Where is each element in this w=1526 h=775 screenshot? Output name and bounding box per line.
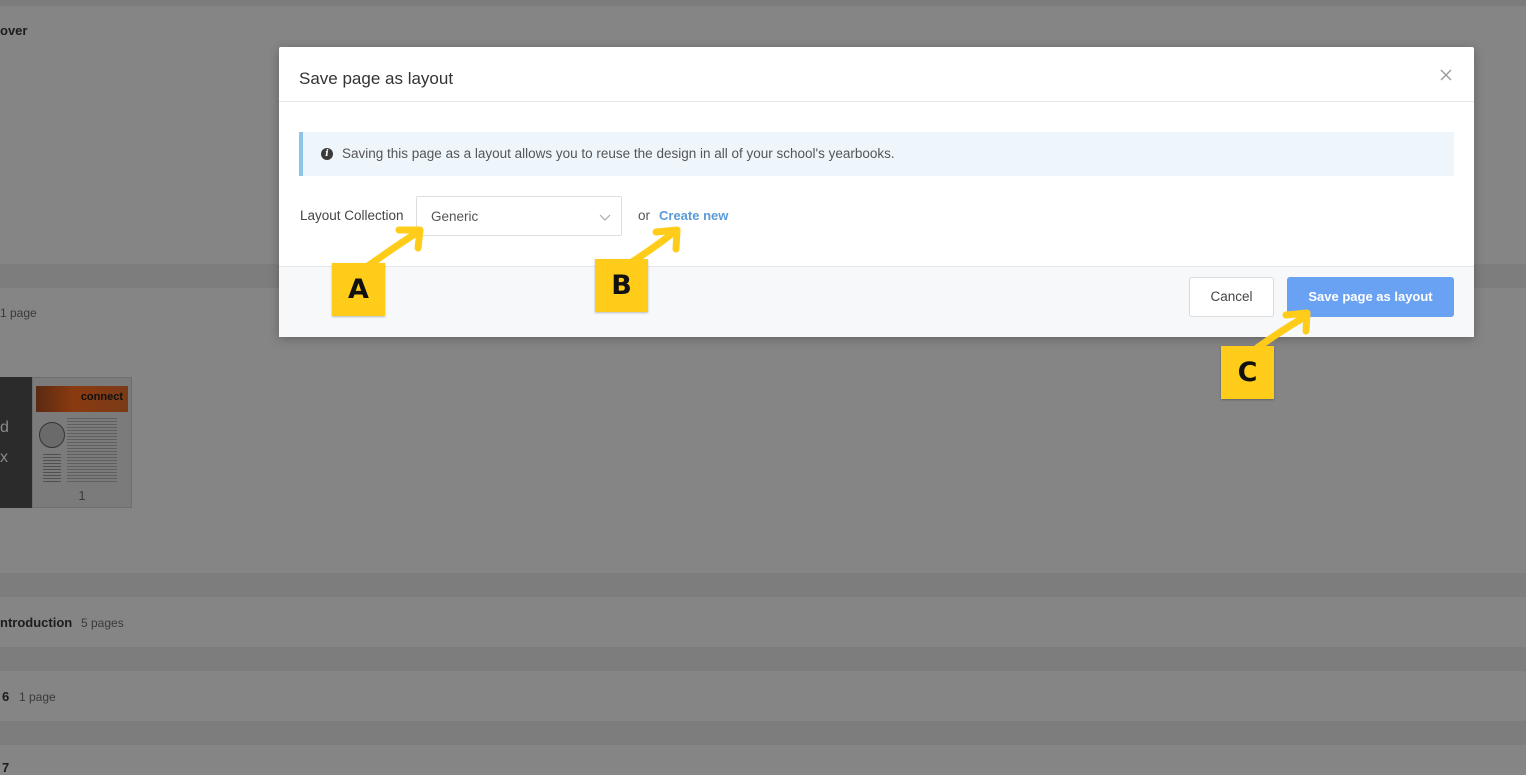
thumbnail-text-block: [43, 454, 61, 482]
thumbnail-circle-image: [39, 422, 65, 448]
dark-tile-text: d: [0, 419, 9, 436]
section-divider: [0, 647, 1526, 671]
section-divider: [0, 573, 1526, 597]
section6-title[interactable]: 6: [2, 689, 9, 704]
introduction-section-title[interactable]: ntroduction: [0, 615, 72, 630]
modal-header: Save page as layout: [279, 47, 1474, 102]
layout-collection-select[interactable]: Generic: [416, 196, 622, 236]
create-new-link[interactable]: Create new: [659, 208, 728, 223]
modal-title: Save page as layout: [299, 69, 454, 88]
or-text: or: [638, 208, 651, 223]
section-divider: [0, 721, 1526, 745]
section7-title[interactable]: 7: [2, 760, 9, 775]
layout-collection-label: Layout Collection: [300, 208, 404, 223]
thumbnail-page-number: 1: [78, 488, 86, 503]
dark-tile-text: x: [0, 449, 8, 466]
dark-page-tile[interactable]: d x: [0, 377, 32, 508]
thumbnail-header-text: connect: [80, 391, 123, 403]
section-page-count: 1 page: [0, 306, 37, 320]
info-message: i Saving this page as a layout allows yo…: [299, 132, 1454, 176]
info-text: Saving this page as a layout allows you …: [342, 146, 895, 161]
callout-b: B: [595, 259, 648, 312]
modal-footer: Cancel Save page as layout: [279, 266, 1474, 337]
section6-page-count: 1 page: [19, 690, 56, 704]
introduction-page-count: 5 pages: [81, 616, 124, 630]
layout-collection-value: Generic: [431, 209, 479, 224]
cancel-button[interactable]: Cancel: [1189, 277, 1274, 317]
top-divider: [0, 0, 1526, 6]
save-page-as-layout-button[interactable]: Save page as layout: [1287, 277, 1454, 317]
save-layout-modal: Save page as layout i Saving this page a…: [279, 47, 1474, 337]
page-thumbnail[interactable]: connect 1: [32, 377, 132, 508]
callout-a: A: [332, 263, 385, 316]
thumbnail-text-block: [67, 418, 117, 482]
close-icon[interactable]: [1438, 67, 1454, 83]
callout-c: C: [1221, 346, 1274, 399]
info-icon: i: [321, 148, 333, 160]
chevron-down-icon: [599, 210, 611, 222]
cover-section-title: over: [0, 23, 28, 38]
